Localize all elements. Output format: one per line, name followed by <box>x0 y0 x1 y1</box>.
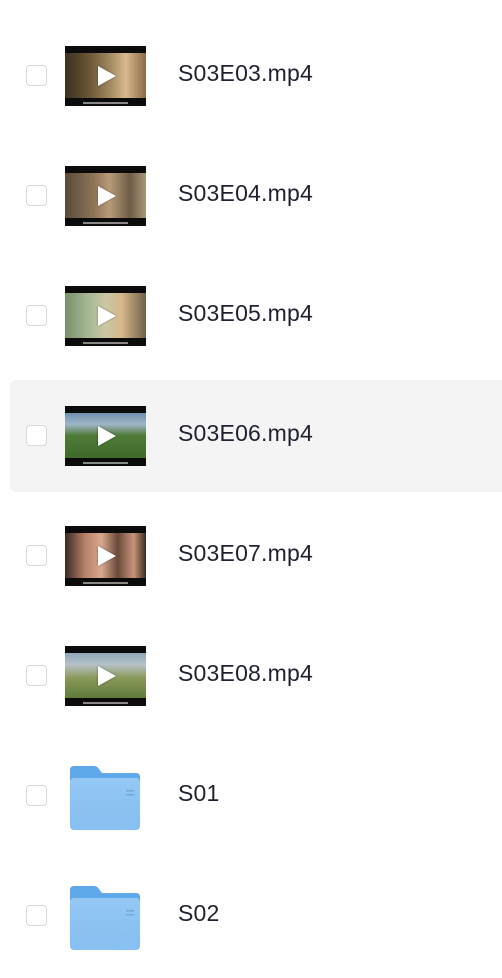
folder-name[interactable]: S02 <box>178 900 220 927</box>
row-checkbox[interactable] <box>26 425 47 446</box>
file-name[interactable]: S03E04.mp4 <box>178 180 313 207</box>
file-row[interactable]: S03E05.mp4 <box>10 260 502 372</box>
file-name[interactable]: S03E05.mp4 <box>178 300 313 327</box>
file-name[interactable]: S03E08.mp4 <box>178 660 313 687</box>
file-row[interactable]: S03E03.mp4 <box>10 20 502 132</box>
folder-name[interactable]: S01 <box>178 780 220 807</box>
file-name[interactable]: S03E03.mp4 <box>178 60 313 87</box>
play-icon <box>98 546 116 566</box>
row-checkbox[interactable] <box>26 185 47 206</box>
folder-row[interactable]: S01 <box>10 740 502 852</box>
folder-icon <box>70 886 140 950</box>
video-thumbnail-icon <box>65 286 146 346</box>
video-thumbnail-icon <box>65 526 146 586</box>
video-thumbnail-icon <box>65 166 146 226</box>
folder-row[interactable]: S02 <box>10 860 502 972</box>
row-checkbox[interactable] <box>26 65 47 86</box>
file-row-hovered[interactable]: S03E06.mp4 <box>10 380 502 492</box>
row-checkbox[interactable] <box>26 305 47 326</box>
file-list: S03E03.mp4 S03E04.mp4 S03E05.mp4 S03E06.… <box>0 0 502 978</box>
play-icon <box>98 66 116 86</box>
row-checkbox[interactable] <box>26 905 47 926</box>
video-thumbnail-icon <box>65 46 146 106</box>
row-checkbox[interactable] <box>26 545 47 566</box>
file-name[interactable]: S03E06.mp4 <box>178 420 313 447</box>
video-thumbnail-icon <box>65 646 146 706</box>
file-row[interactable]: S03E08.mp4 <box>10 620 502 732</box>
row-checkbox[interactable] <box>26 665 47 686</box>
file-row[interactable]: S03E07.mp4 <box>10 500 502 612</box>
play-icon <box>98 666 116 686</box>
video-thumbnail-icon <box>65 406 146 466</box>
file-name[interactable]: S03E07.mp4 <box>178 540 313 567</box>
folder-icon <box>70 766 140 830</box>
row-checkbox[interactable] <box>26 785 47 806</box>
play-icon <box>98 186 116 206</box>
play-icon <box>98 426 116 446</box>
play-icon <box>98 306 116 326</box>
file-row[interactable]: S03E04.mp4 <box>10 140 502 252</box>
